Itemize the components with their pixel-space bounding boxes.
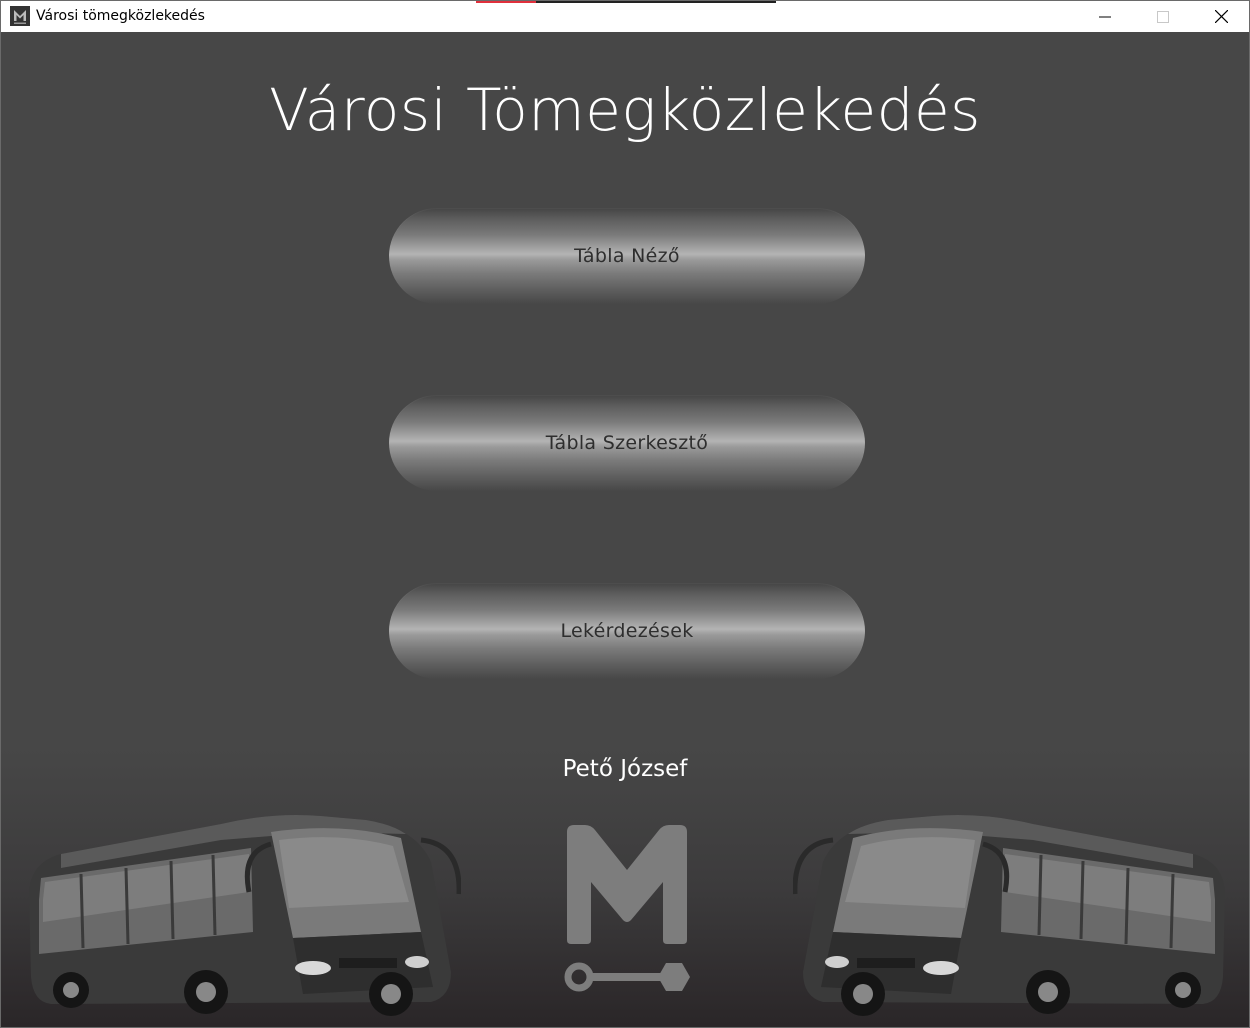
bus-image-right [793, 815, 1225, 1016]
table-viewer-label: Tábla Néző [574, 245, 680, 267]
window-accent-red [476, 1, 536, 3]
maximize-button[interactable] [1134, 1, 1192, 32]
app-logo-icon [10, 6, 30, 26]
window-title: Városi tömegközlekedés [36, 8, 205, 24]
title-bar[interactable]: Városi tömegközlekedés [1, 1, 1249, 32]
app-window: Városi tömegközlekedés Városi Tömegközle… [0, 0, 1250, 1028]
table-editor-label: Tábla Szerkesztő [545, 432, 709, 454]
main-content: Városi Tömegközlekedés Tábla Néző Tábla … [1, 32, 1249, 1027]
minimize-button[interactable] [1076, 1, 1134, 32]
close-button[interactable] [1192, 1, 1249, 32]
m-transit-logo [564, 825, 690, 992]
bus-image-left [29, 815, 461, 1016]
close-icon [1214, 10, 1228, 23]
maximize-icon [1157, 10, 1169, 23]
queries-label: Lekérdezések [560, 620, 694, 642]
queries-button[interactable]: Lekérdezések [389, 583, 865, 679]
page-title: Városi Tömegközlekedés [269, 76, 981, 144]
table-editor-button[interactable]: Tábla Szerkesztő [389, 395, 865, 491]
author-name: Pető József [562, 756, 688, 782]
minimize-icon [1099, 16, 1111, 17]
table-viewer-button[interactable]: Tábla Néző [389, 208, 865, 304]
